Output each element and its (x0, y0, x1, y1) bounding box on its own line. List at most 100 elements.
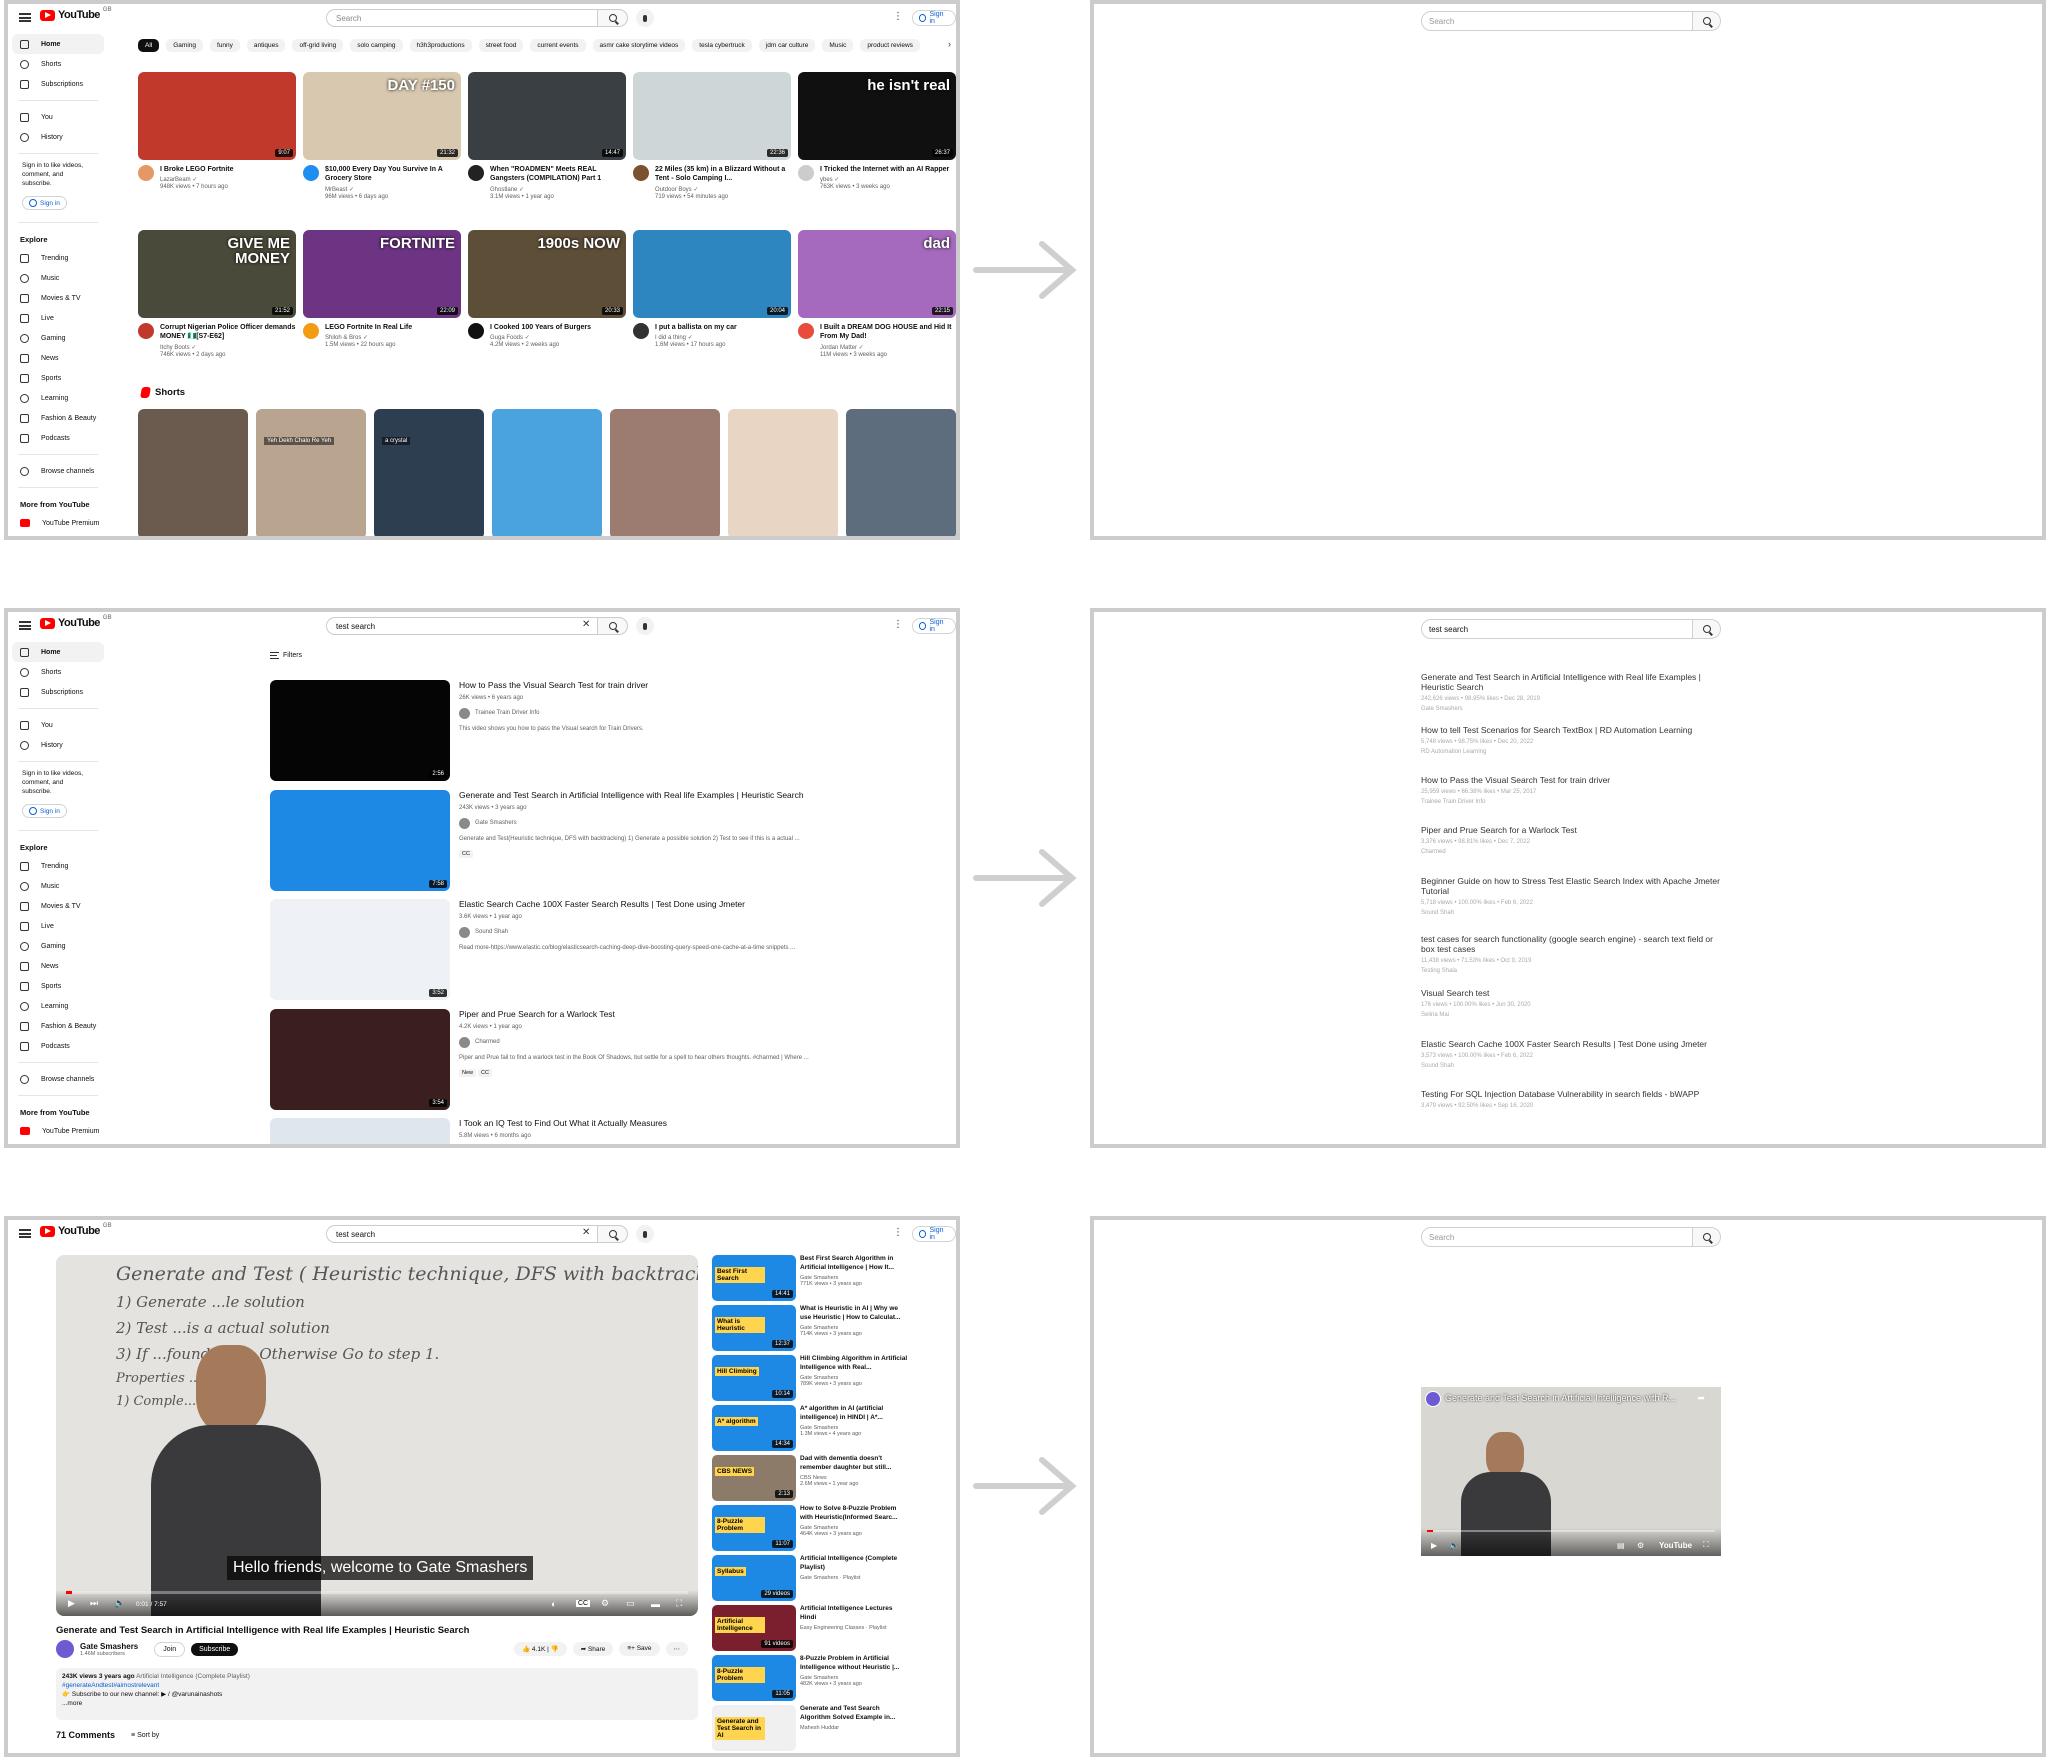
channel-avatar[interactable] (303, 165, 319, 181)
search-input[interactable]: Search (326, 9, 598, 27)
video-title[interactable]: 8-Puzzle Problem in Artificial Intellige… (800, 1655, 910, 1673)
sidebar-item-live[interactable]: Live (8, 916, 108, 936)
more-options-icon[interactable]: ⋮ (893, 1228, 903, 1238)
sidebar-item-browse-channels[interactable]: Browse channels (8, 1069, 108, 1089)
embed-result-item[interactable]: Generate and Test Search in Artificial I… (1421, 672, 1721, 712)
short-thumbnail[interactable]: Yeh Dekh Chalo Re Yeh (256, 409, 366, 536)
channel-avatar[interactable] (303, 323, 319, 339)
channel-avatar[interactable] (56, 1640, 74, 1658)
chevron-right-icon[interactable]: › (948, 39, 951, 49)
embed-result-item[interactable]: How to Pass the Visual Search Test for t… (1421, 775, 1721, 805)
video-thumbnail[interactable]: 3:52 (270, 899, 450, 1000)
channel-row[interactable]: Charmed (459, 1036, 814, 1048)
more-options-icon[interactable]: ⋮ (893, 12, 903, 22)
video-thumbnail[interactable]: 1900s NOW 20:33 (468, 230, 626, 318)
video-card[interactable]: 9:07 I Broke LEGO Fortnite LazarBeam ✓ 948K… (138, 72, 296, 190)
description-more[interactable]: ...more (62, 1699, 692, 1708)
video-card[interactable]: 20:04 I put a ballista on my car I did a t… (633, 230, 791, 348)
related-video[interactable]: 8-Puzzle Problem 11:05 8-Puzzle Problem in… (712, 1655, 912, 1701)
youtube-logo[interactable]: YouTube (1659, 1541, 1692, 1550)
sidebar-item-sports[interactable]: Sports (8, 368, 108, 388)
sidebar-item-fashion-beauty[interactable]: Fashion & Beauty (8, 408, 108, 428)
subscribe-button[interactable]: Subscribe (191, 1642, 239, 1656)
video-title[interactable]: Hill Climbing Algorithm in Artificial In… (800, 1355, 910, 1373)
related-video[interactable]: A* algorithm 14:34 A* algorithm in AI (art… (712, 1405, 912, 1451)
description-box[interactable]: 243K views 3 years ago Artificial Intell… (56, 1668, 698, 1720)
save-button[interactable]: ≡+ Save (619, 1642, 660, 1656)
channel-name[interactable]: ybes ✓ (820, 176, 949, 183)
settings-icon[interactable]: ⚙ (1637, 1541, 1644, 1550)
chip-asmr-cake-storytime-videos[interactable]: asmr cake storytime videos (592, 39, 686, 52)
sidebar-sign-in-button[interactable]: Sign in (22, 196, 67, 211)
related-video[interactable]: Artificial Intelligence 91 videos Artifici… (712, 1605, 912, 1651)
video-title[interactable]: $10,000 Every Day You Survive In A Groce… (325, 165, 461, 184)
related-video[interactable]: Best First Search 14:41 Best First Search … (712, 1255, 912, 1301)
sidebar-item-shorts[interactable]: Shorts (8, 662, 108, 682)
video-card[interactable]: 1900s NOW 20:33 I Cooked 100 Years of Burg… (468, 230, 626, 348)
embed-result-item[interactable]: Elastic Search Cache 100X Faster Search … (1421, 1039, 1721, 1069)
embed-result-item[interactable]: Visual Search test 176 views • 100.00% li… (1421, 988, 1721, 1018)
short-thumbnail[interactable] (138, 409, 248, 536)
fullscreen-icon[interactable]: ⛶ (676, 1598, 682, 1609)
chip-solo-camping[interactable]: solo camping (350, 39, 403, 52)
description-playlist[interactable]: Artificial Intelligence (Complete Playli… (136, 1673, 250, 1680)
video-thumbnail[interactable]: 8-Puzzle Problem 11:07 (712, 1505, 796, 1551)
video-title[interactable]: I Built a DREAM DOG HOUSE and Hid It Fro… (820, 323, 956, 342)
video-thumbnail[interactable]: 2:56 (270, 680, 450, 781)
channel-name[interactable]: Ghostlane ✓ (490, 186, 626, 193)
video-thumbnail[interactable]: Generate and Test Search in AI (712, 1705, 796, 1751)
chip-current-events[interactable]: current events (530, 39, 586, 52)
video-title[interactable]: I Broke LEGO Fortnite (160, 165, 234, 174)
description-hashtags[interactable]: #generateAndtest#aimostrelevant (62, 1681, 692, 1690)
channel-name[interactable]: LazarBeam ✓ (160, 176, 234, 183)
sign-in-button[interactable]: Sign in (912, 10, 956, 26)
video-title[interactable]: I Tricked the Internet with an AI Rapper (820, 165, 949, 174)
sidebar-item-home[interactable]: Home (12, 34, 104, 54)
chip-h3h3productions[interactable]: h3h3productions (409, 39, 472, 52)
youtube-logo[interactable]: YouTube GB (40, 615, 112, 629)
video-card[interactable]: DAY #150 21:32 $10,000 Every Day You Survi… (303, 72, 461, 200)
sidebar-item-gaming[interactable]: Gaming (8, 328, 108, 348)
related-video[interactable]: Generate and Test Search in AI Generate a… (712, 1705, 912, 1751)
video-title[interactable]: How to Pass the Visual Search Test for t… (459, 680, 814, 692)
video-thumbnail[interactable]: Hill Climbing 10:14 (712, 1355, 796, 1401)
sidebar-item-subscriptions[interactable]: Subscriptions (8, 74, 108, 94)
share-icon[interactable]: ➦ (1697, 1393, 1705, 1404)
video-title[interactable]: Corrupt Nigerian Police Officer demands … (160, 323, 296, 342)
sidebar-item-history[interactable]: History (8, 735, 108, 755)
sidebar-item-movies-tv[interactable]: Movies & TV (8, 288, 108, 308)
search-result[interactable]: 3:54 Piper and Prue Search for a Warlock … (270, 1009, 810, 1111)
channel-avatar[interactable] (138, 323, 154, 339)
sign-in-button[interactable]: Sign in (912, 618, 956, 634)
video-thumbnail[interactable]: 3:54 (270, 1009, 450, 1110)
embed-search-input[interactable]: Search (1421, 1227, 1693, 1247)
channel-row[interactable]: Gate Smashers (459, 817, 814, 829)
video-thumbnail[interactable]: 20:04 (633, 230, 791, 318)
sidebar-item-learning[interactable]: Learning (8, 996, 108, 1016)
chip-all[interactable]: All (138, 39, 160, 52)
chip-music[interactable]: Music (822, 39, 854, 52)
video-title[interactable]: 22 Miles (35 km) in a Blizzard Without a… (655, 165, 791, 184)
search-result[interactable]: I Took an IQ Test to Find Out What it Ac… (270, 1118, 810, 1144)
video-thumbnail[interactable]: FORTNITE 22:09 (303, 230, 461, 318)
channel-avatar[interactable] (798, 165, 814, 181)
video-card[interactable]: FORTNITE 22:09 LEGO Fortnite In Real Life S… (303, 230, 461, 348)
chip-funny[interactable]: funny (210, 39, 240, 52)
related-video[interactable]: CBS NEWS 2:13 Dad with dementia doesn't re… (712, 1455, 912, 1501)
embed-search-button[interactable] (1693, 1227, 1721, 1247)
sign-in-button[interactable]: Sign in (912, 1226, 956, 1242)
channel-name[interactable]: Gate Smashers (80, 1642, 138, 1651)
channel-avatar[interactable] (138, 165, 154, 181)
video-card[interactable]: dad 22:15 I Built a DREAM DOG HOUSE and Hi… (798, 230, 956, 358)
channel-name[interactable]: Itchy Boots ✓ (160, 344, 296, 351)
result-title[interactable]: Visual Search test (1421, 988, 1721, 998)
video-thumbnail[interactable]: dad 22:15 (798, 230, 956, 318)
video-title[interactable]: Best First Search Algorithm in Artificia… (800, 1255, 910, 1273)
search-button[interactable] (598, 617, 628, 635)
sidebar-item-history[interactable]: History (8, 127, 108, 147)
video-title[interactable]: I put a ballista on my car (655, 323, 737, 332)
video-title[interactable]: Generate and Test Search in Artificial I… (459, 790, 814, 802)
embed-seek-bar[interactable] (1427, 1530, 1715, 1532)
short-thumbnail[interactable] (610, 409, 720, 536)
clear-search-icon[interactable]: ✕ (582, 1227, 590, 1238)
